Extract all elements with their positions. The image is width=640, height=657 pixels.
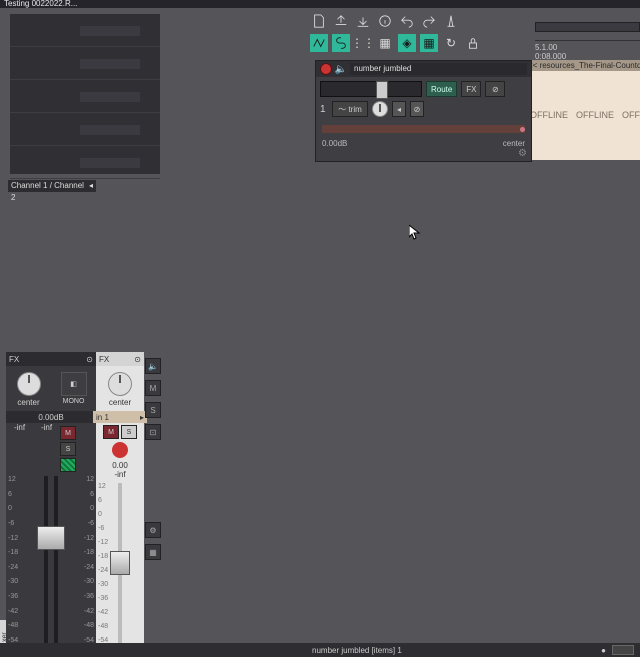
track-mute-button[interactable]: M	[103, 425, 119, 439]
solo-icon[interactable]: S	[145, 402, 161, 418]
item-link-button[interactable]	[332, 34, 350, 52]
master-channel-strip[interactable]: FX ⊙ center ◧ MONO 0.00dB -inf -inf M S	[6, 352, 96, 657]
fx-chain-icon[interactable]: ⊡	[145, 424, 161, 440]
track-control-panel[interactable]: 🔈 number jumbled Route FX ⊘ 1 〜 trim ◂ ⊘…	[315, 60, 532, 162]
lock-button[interactable]	[464, 34, 482, 52]
track-peak-readout: -inf	[114, 470, 125, 479]
status-dot-icon[interactable]: ●	[601, 646, 606, 655]
track-control-header: 🔈 number jumbled	[316, 61, 531, 77]
mute-icon[interactable]: M	[145, 380, 161, 396]
track-channel-strip[interactable]: FX ⊙ center in 1▸ M S 0.00 -inf 1260-6-1…	[96, 352, 144, 657]
media-item[interactable]: << resources_The-Final-Countd OFFLINE OF…	[526, 60, 640, 160]
track-preview-panel	[10, 14, 160, 174]
offline-label: OFFLINE	[622, 110, 640, 120]
track-pan-readout: center	[503, 139, 525, 148]
fader-scale: 1260-6-12-18-24-30-36-42-48-54	[8, 476, 26, 644]
mixer-panel: FX ⊙ center ◧ MONO 0.00dB -inf -inf M S	[6, 352, 160, 657]
route-button[interactable]: Route	[426, 81, 457, 97]
track-name-field[interactable]: number jumbled	[350, 63, 527, 75]
master-mute-button[interactable]: M	[60, 426, 76, 440]
status-meter[interactable]	[612, 645, 634, 655]
fx-label[interactable]: FX	[99, 355, 109, 364]
grid-squares-button[interactable]: ▦	[376, 34, 394, 52]
timeline-bars-beats: 5.1.00	[535, 43, 640, 52]
mouse-cursor	[409, 225, 421, 241]
fx-label[interactable]: FX	[9, 355, 19, 364]
main-toolbar: ⋮⋮ ▦ ◈ ▦ ↻	[310, 12, 482, 52]
fx-toggle-icon[interactable]: ⊙	[86, 355, 93, 364]
timeline-ruler: 5.1.00 0:08.000	[535, 22, 640, 58]
grid-dots-button[interactable]: ⋮⋮	[354, 34, 372, 52]
media-item-title: << resources_The-Final-Countd	[526, 60, 640, 71]
status-bar: number jumbled [items] 1 ●	[0, 643, 640, 657]
record-arm-button[interactable]	[112, 442, 128, 458]
gear-icon[interactable]: ⚙	[518, 148, 528, 158]
send-label: in 1	[96, 413, 109, 422]
new-project-button[interactable]	[310, 12, 328, 30]
ripple-edit-button[interactable]	[310, 34, 328, 52]
fader-scale: 1260-6-12-18-24-30-36-42-48-54	[76, 476, 94, 644]
master-fader-cap[interactable]	[37, 526, 65, 550]
fx-button[interactable]: FX	[461, 81, 481, 97]
metronome-button[interactable]	[442, 12, 460, 30]
trim-mode-button[interactable]: 〜 trim	[332, 101, 368, 117]
mono-button[interactable]: ◧	[61, 372, 87, 396]
timeline-minimap[interactable]	[535, 22, 640, 32]
monitor-icon[interactable]: 🔈	[336, 64, 346, 74]
track-index: 1	[320, 104, 328, 115]
pan-label: center	[17, 398, 39, 407]
loop-button[interactable]: ↻	[442, 34, 460, 52]
env-bypass-button[interactable]: ⊘	[410, 101, 424, 117]
env-prev-button[interactable]: ◂	[392, 101, 406, 117]
master-route-button[interactable]	[60, 458, 76, 472]
envelope-lane[interactable]	[322, 125, 525, 133]
track-db-readout: 0.00	[112, 461, 128, 470]
snap-triangle-button[interactable]: ◈	[398, 34, 416, 52]
peak-r: -inf	[41, 423, 52, 472]
offline-label: OFFLINE	[530, 110, 568, 120]
fx-toggle-icon[interactable]: ⊙	[134, 355, 141, 364]
master-fader[interactable]: 1260-6-12-18-24-30-36-42-48-54 1260-6-12…	[6, 476, 96, 644]
track-pan-knob[interactable]	[108, 372, 132, 396]
pan-knob[interactable]	[372, 101, 388, 117]
snap-grid-button[interactable]: ▦	[420, 34, 438, 52]
record-arm-button[interactable]	[320, 63, 332, 75]
window-title: Testing 0022022.R...	[4, 0, 77, 8]
open-button[interactable]	[332, 12, 350, 30]
chevron-left-icon[interactable]: ◂	[89, 180, 93, 192]
gear-icon[interactable]: ⚙	[145, 522, 161, 538]
master-pan-knob[interactable]	[17, 372, 41, 396]
offline-label: OFFLINE	[576, 110, 614, 120]
undo-button[interactable]	[398, 12, 416, 30]
selection-readout: number jumbled [items] 1	[312, 646, 402, 655]
track-solo-button[interactable]: S	[121, 425, 137, 439]
fx-bypass-button[interactable]: ⊘	[485, 81, 505, 97]
project-info-button[interactable]	[376, 12, 394, 30]
track-fader[interactable]: 1260-6-12-18-24-30-36-42-48-54	[96, 483, 144, 644]
track-fader-cap[interactable]	[110, 551, 130, 575]
track-db-readout: 0.00dB	[322, 139, 347, 148]
save-button[interactable]	[354, 12, 372, 30]
master-solo-button[interactable]: S	[60, 442, 76, 456]
volume-slider[interactable]	[320, 81, 422, 97]
pan-label: center	[109, 398, 131, 407]
mono-label: MONO	[63, 398, 85, 405]
speaker-icon[interactable]: 🔈	[145, 358, 161, 374]
peak-l: -inf	[14, 423, 25, 472]
mixer-side-controls: 🔈 M S ⊡ ⚙ ▦	[146, 352, 160, 657]
channel-indicator[interactable]: Channel 1 / Channel 2 ◂	[8, 180, 96, 192]
redo-button[interactable]	[420, 12, 438, 30]
grid-icon[interactable]: ▦	[145, 544, 161, 560]
channel-label: Channel 1 / Channel 2	[11, 180, 89, 192]
window-titlebar: Testing 0022022.R...	[0, 0, 640, 8]
master-db-readout: 0.00dB	[6, 411, 96, 423]
